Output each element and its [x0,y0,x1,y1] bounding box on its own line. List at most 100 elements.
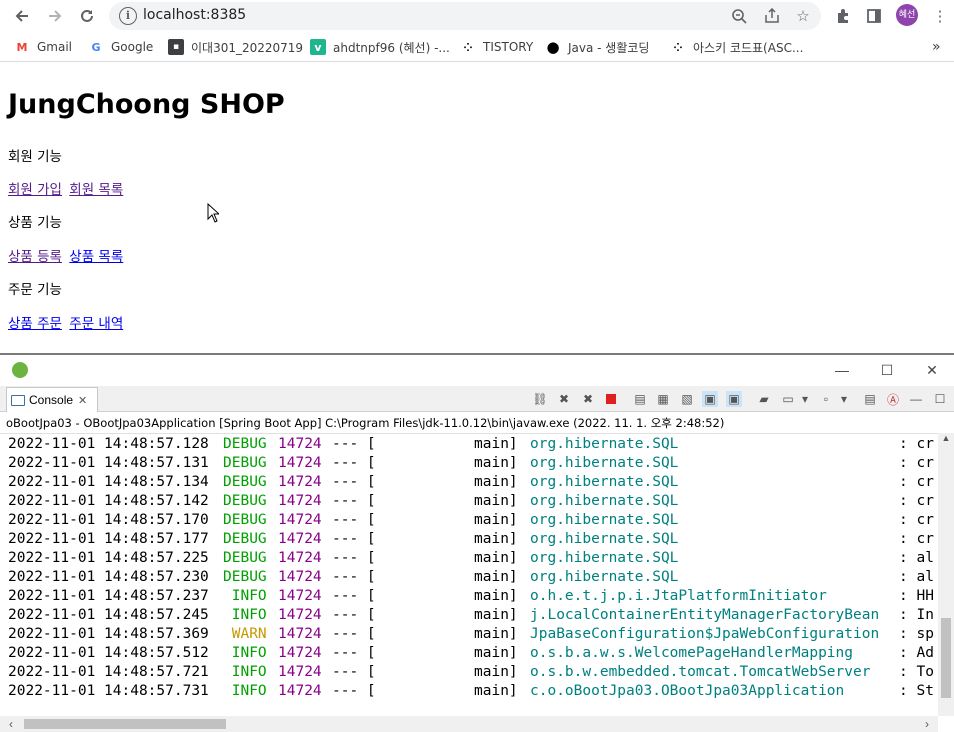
maximize-view-icon[interactable]: ☐ [932,391,948,407]
log-separator: --- [ [332,436,376,452]
log-timestamp: 2022-11-01 14:48:57.134 [8,474,209,490]
log-pid: 14724 [278,607,322,623]
minimize-icon[interactable]: — [832,360,852,380]
vertical-scrollbar[interactable]: ▲ [938,433,954,716]
log-pid: 14724 [278,550,322,566]
bookmark-java[interactable]: ● Java - 생활코딩 [545,38,649,56]
log-pid: 14724 [278,683,322,699]
log-level: DEBUG [223,550,267,566]
minimize-view-icon[interactable]: — [908,391,924,407]
show-stderr-icon[interactable]: ▣ [726,391,742,407]
log-timestamp: 2022-11-01 14:48:57.237 [8,588,209,604]
log-message: : al [899,569,934,585]
horizontal-scroll-thumb[interactable] [24,719,226,729]
back-arrow-icon[interactable] [10,4,34,28]
log-timestamp: 2022-11-01 14:48:57.225 [8,550,209,566]
bookmark-tistory[interactable]: ⁘ TISTORY [460,38,533,56]
bookmark-label: 아스키 코드표(ASC... [693,40,804,55]
address-bar[interactable]: i localhost:8385 ☆ [109,2,821,30]
link-member-join[interactable]: 회원 가입 [8,182,62,198]
close-icon[interactable]: ✕ [922,360,942,380]
log-pid: 14724 [278,474,322,490]
url-text[interactable]: localhost:8385 [143,7,246,23]
side-panel-icon[interactable] [862,4,886,28]
contact-card-icon: ▪ [168,39,184,55]
log-pid: 14724 [278,645,322,661]
vertical-scroll-thumb[interactable] [941,618,951,698]
console-output[interactable]: 2022-11-01 14:48:57.128 DEBUG 14724 --- [ ma… [0,433,938,716]
bookmark-google[interactable]: G Google [88,38,153,56]
show-stdout-icon[interactable]: ▣ [702,391,718,407]
view-menu-icon[interactable]: ▤ [862,391,878,407]
log-thread: main] [474,683,518,699]
bookmark-ascii[interactable]: ⁘ 아스키 코드표(ASC... [670,38,803,56]
zoom-icon[interactable] [728,5,750,27]
log-level: INFO [223,683,267,699]
bookmark-gmail[interactable]: M Gmail [14,38,73,56]
log-thread: main] [474,664,518,680]
bookmark-label: TISTORY [483,40,534,54]
log-pid: 14724 [278,455,322,471]
log-level: INFO [223,645,267,661]
close-tab-icon[interactable]: ✕ [78,394,87,407]
bookmark-label: Java - 생활코딩 [568,40,650,55]
log-level: INFO [223,664,267,680]
log-thread: main] [474,474,518,490]
bookmark-github[interactable]: v ahdtnpf96 (혜선) -... [310,38,450,56]
forward-arrow-icon[interactable] [43,4,67,28]
display-console-icon[interactable]: ▭ [780,391,796,407]
clear-console-icon[interactable]: ▤ [632,391,648,407]
scroll-lock-icon[interactable]: ▦ [655,391,671,407]
link-item-list[interactable]: 상품 목록 [69,249,123,265]
remove-all-icon[interactable]: ✖ [580,391,596,407]
maximize-icon[interactable]: ☐ [877,360,897,380]
log-timestamp: 2022-11-01 14:48:57.731 [8,683,209,699]
more-bookmarks-chevron[interactable]: » [932,38,941,56]
log-separator: --- [ [332,683,376,699]
log-timestamp: 2022-11-01 14:48:57.131 [8,455,209,471]
bookmark-star-icon[interactable]: ☆ [792,5,814,27]
process-info: oBootJpa03 - OBootJpa03Application [Spri… [6,416,725,430]
word-wrap-icon[interactable]: ▧ [679,391,695,407]
ansi-icon[interactable]: Ⓐ [885,391,901,407]
log-logger: j.LocalContainerEntityManagerFactoryBean [530,607,880,623]
log-pid: 14724 [278,626,322,642]
log-message: : HH [899,588,934,604]
log-separator: --- [ [332,607,376,623]
log-logger: org.hibernate.SQL [530,474,679,490]
log-timestamp: 2022-11-01 14:48:57.128 [8,436,209,452]
log-message: : Ad [899,645,934,661]
log-pid: 14724 [278,588,322,604]
chevron-down-icon[interactable]: ▾ [836,391,852,407]
remove-launch-icon[interactable]: ✖ [556,391,572,407]
log-thread: main] [474,493,518,509]
link-item-register[interactable]: 상품 등록 [8,249,62,265]
menu-kebab-icon[interactable]: ⋮ [928,4,952,28]
log-separator: --- [ [332,588,376,604]
tab-console[interactable]: Console ✕ [6,387,98,412]
log-logger: org.hibernate.SQL [530,455,679,471]
open-console-icon[interactable]: ▫ [818,391,834,407]
link-member-list[interactable]: 회원 목록 [69,182,123,198]
chevron-down-icon[interactable]: ▾ [797,391,813,407]
bookmark-label: 이대301_20220719 [191,40,304,55]
share-icon[interactable] [761,5,783,27]
terminate-icon[interactable] [603,391,619,407]
log-separator: --- [ [332,550,376,566]
reload-icon[interactable] [75,4,99,28]
site-info-icon[interactable]: i [119,7,137,25]
log-logger: org.hibernate.SQL [530,493,679,509]
link-order-create[interactable]: 상품 주문 [8,316,62,332]
bookmark-idae[interactable]: ▪ 이대301_20220719 [168,38,303,56]
log-level: DEBUG [223,512,267,528]
pin-console-icon[interactable]: ▰ [756,391,772,407]
link-order-history[interactable]: 주문 내역 [69,316,123,332]
window-title-bar: — ☐ ✕ [0,355,954,385]
scroll-up-arrow-icon[interactable]: ▲ [938,433,954,447]
log-pid: 14724 [278,512,322,528]
log-timestamp: 2022-11-01 14:48:57.721 [8,664,209,680]
link-icon[interactable]: ⛓ [532,391,548,407]
extensions-puzzle-icon[interactable] [831,4,855,28]
log-level: INFO [223,588,267,604]
profile-avatar[interactable]: 혜선 [896,4,918,26]
